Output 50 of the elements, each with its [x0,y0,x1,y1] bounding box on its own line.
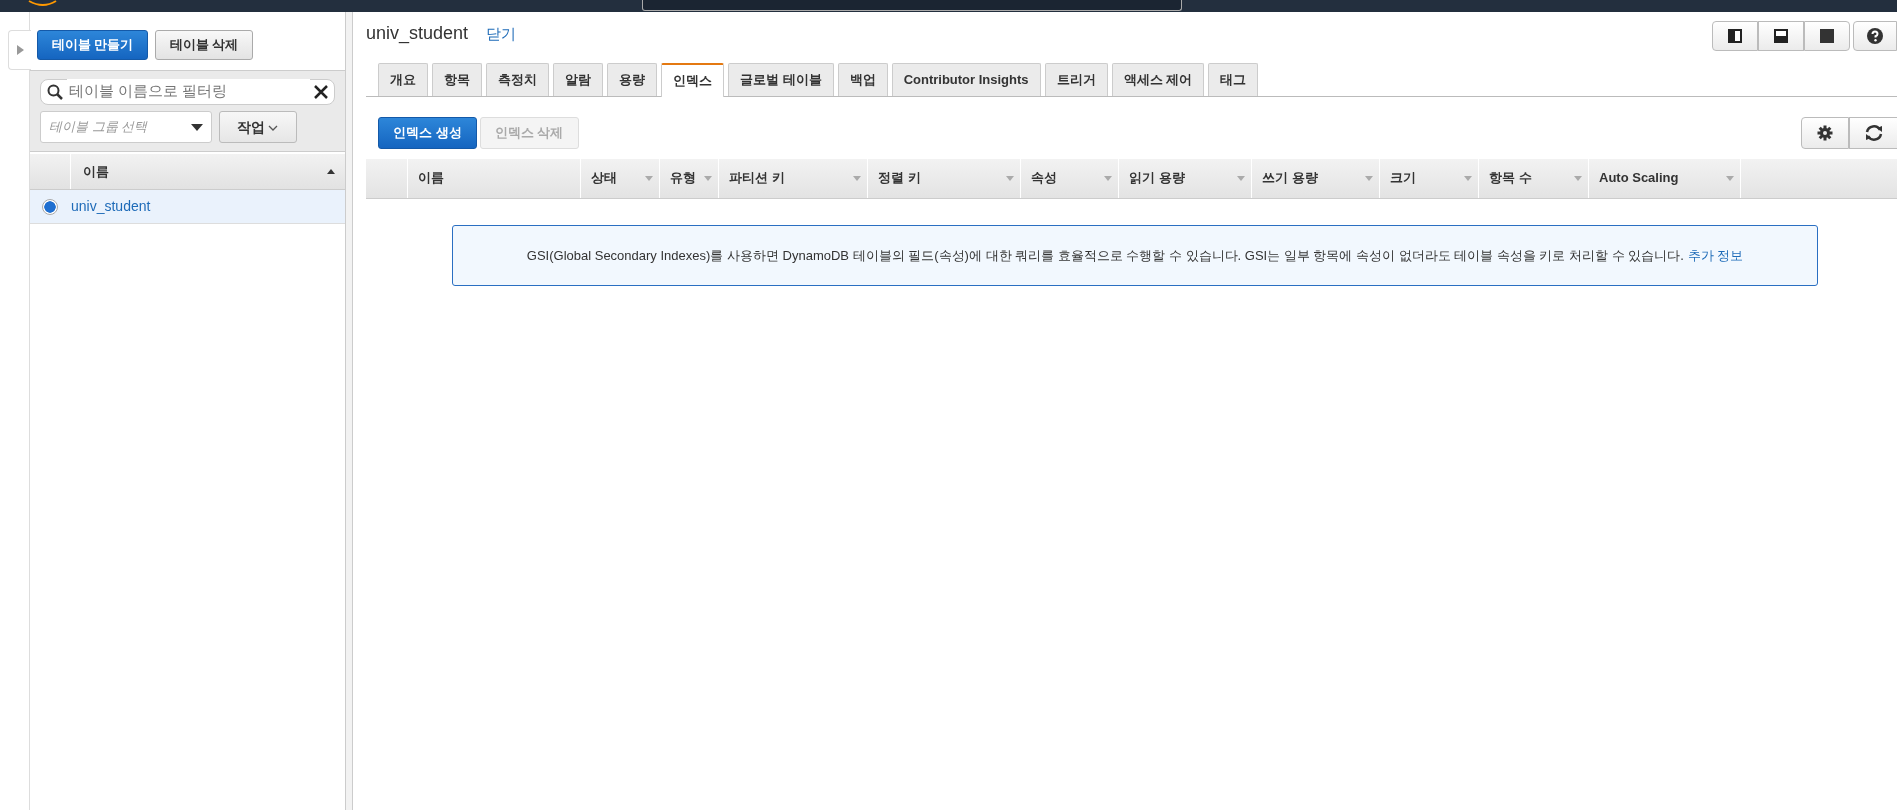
tab[interactable]: 용량 [607,63,657,96]
column-header[interactable]: 이름 [83,161,109,182]
tab[interactable]: 개요 [378,63,428,96]
tab[interactable]: 트리거 [1044,63,1108,96]
help-icon[interactable] [1853,21,1897,51]
table-button[interactable]: 테이블 만들기 [36,30,149,60]
clear-icon[interactable] [314,84,328,99]
column-header[interactable]: Auto Scaling [1599,168,1679,188]
search-icon [47,83,63,100]
tab[interactable]: 액세스 제어 [1111,63,1205,96]
settings-icon[interactable] [1801,116,1849,149]
close-link[interactable]: 닫기 [486,25,517,42]
resize-handle[interactable] [345,12,353,810]
filter-field[interactable]: 테이블 이름으로 필터링 [40,78,335,105]
split-view-icon[interactable] [1711,21,1758,51]
column-header[interactable]: 속성 [1031,168,1057,188]
caret-icon [16,45,24,55]
column-header[interactable]: 읽기 용량 [1129,168,1185,188]
tab[interactable]: 백업 [837,63,888,96]
column-header[interactable]: 항목 수 [1489,168,1532,188]
column-header[interactable]: 크기 [1390,168,1416,188]
chevron-icon [268,124,279,131]
info-text: GSI(Global Secondary Indexes)를 사용하면 DynamoDB 테이블의 필드(속성)에 대한 쿼리를 효율적으로 수행할 수 있습니다. GSI는 일부 항목에 속성이 없더라도 테이블 속성을 키로 처리할 수 있습니다. [526,247,1684,263]
tab[interactable]: 글로벌 테이블 [728,63,834,96]
full-panel-icon[interactable] [1803,21,1850,51]
column-header[interactable]: 파티션 키 [729,168,785,188]
tab[interactable]: 항목 [432,63,482,96]
caret-icon [191,123,203,131]
refresh-icon[interactable] [1849,116,1897,149]
tab[interactable]: 측정치 [486,63,549,96]
table-button[interactable]: 테이블 삭제 [154,30,254,60]
actions-button[interactable]: 작업 [218,111,297,143]
column-header[interactable]: 유형 [670,168,696,188]
tab[interactable]: Contributor Insights [891,63,1041,96]
tab[interactable]: 알람 [553,63,603,96]
column-header[interactable]: 정렬 키 [878,168,921,188]
tab[interactable]: 태그 [1208,63,1259,96]
table-name[interactable]: univ_student [71,196,151,217]
logo-icon[interactable] [28,0,58,8]
more-info-link[interactable]: 추가 정보 [1687,247,1744,263]
bottom-panel-icon[interactable] [1757,21,1804,51]
column-header[interactable]: 쓰기 용량 [1262,168,1318,188]
table-title: univ_student [366,23,469,43]
column-header[interactable]: 이름 [418,168,444,188]
index-button[interactable]: 인덱스 생성 [378,116,477,149]
column-header[interactable]: 상태 [591,168,617,188]
expand-button[interactable] [8,30,31,70]
sort-icon[interactable] [327,169,335,174]
radio-button[interactable] [42,198,58,215]
tab[interactable]: 인덱스 [661,63,724,97]
